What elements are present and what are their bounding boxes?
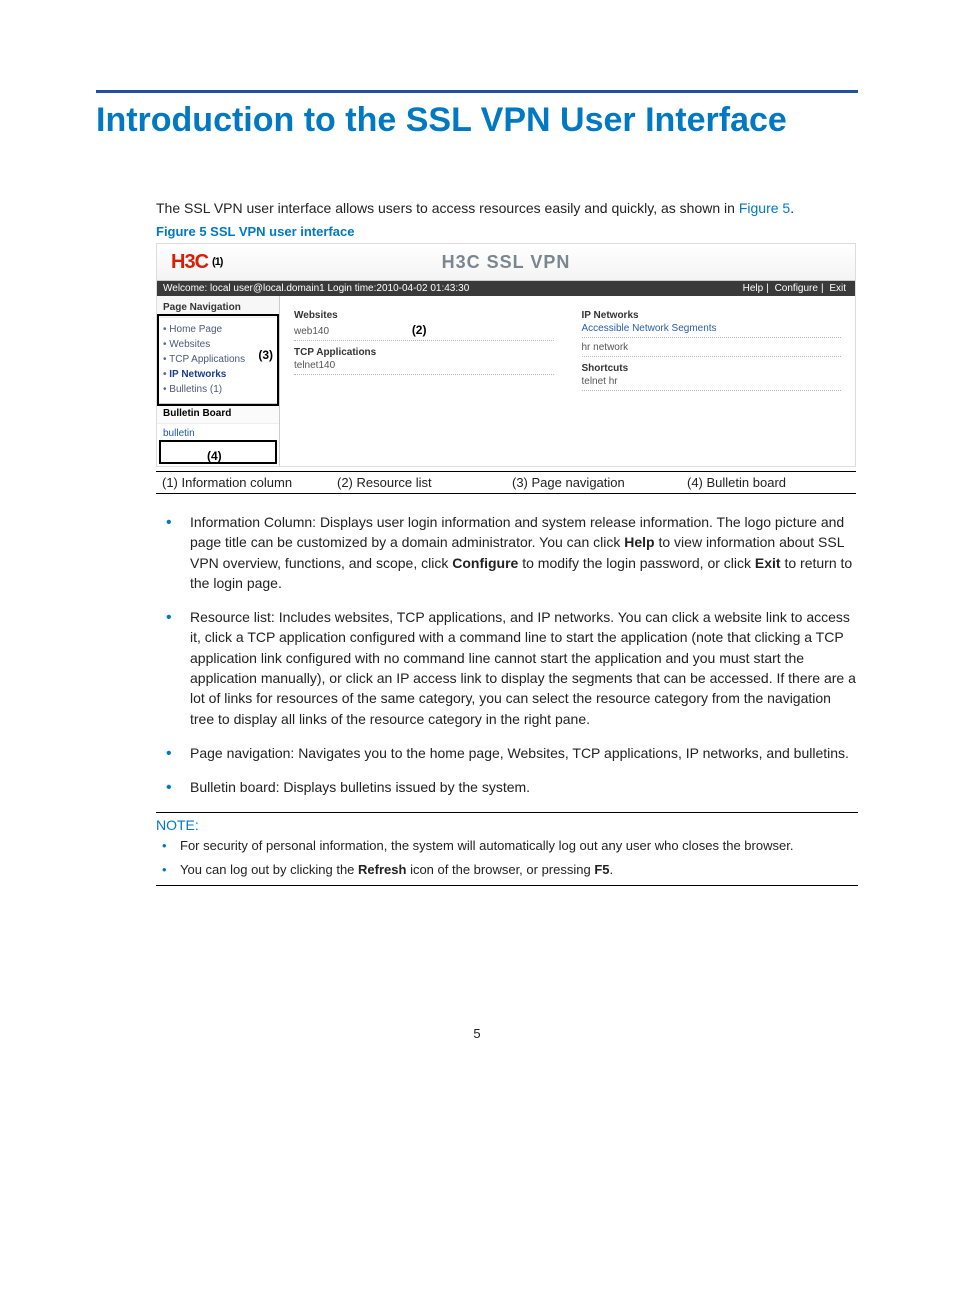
txt: icon of the browser, or pressing — [406, 862, 594, 877]
bold-refresh: Refresh — [358, 862, 406, 877]
section-websites: Websites — [294, 310, 554, 321]
section-tcp-applications: TCP Applications — [294, 347, 554, 358]
note-1: For security of personal information, th… — [180, 837, 858, 855]
nav-item-tcp[interactable]: TCP Applications — [163, 352, 273, 367]
intro-text-post: . — [790, 200, 794, 216]
note-list: For security of personal information, th… — [156, 837, 858, 879]
bullet-page-navigation: Page navigation: Navigates you to the ho… — [190, 743, 858, 763]
resource-column-right: IP Networks Accessible Network Segments … — [568, 296, 856, 466]
bulletin-item[interactable]: bulletin — [157, 424, 279, 443]
configure-link[interactable]: Configure — [772, 283, 821, 294]
intro-text-pre: The SSL VPN user interface allows users … — [156, 200, 739, 216]
app-title: H3C SSL VPN — [157, 252, 855, 273]
nav-item-bulletins[interactable]: Bulletins (1) — [163, 382, 273, 397]
legend-4: (4) Bulletin board — [681, 472, 856, 493]
sidebar: Page Navigation Home Page Websites TCP A… — [157, 296, 280, 466]
welcome-bar: Welcome: local user@local.domain1 Login … — [157, 281, 855, 296]
bulletin-item-label: bulletin — [163, 428, 195, 439]
annotation-3: (3) — [258, 348, 273, 362]
link-web140-label: web140 — [294, 326, 329, 337]
sidebar-header-bulletin: Bulletin Board — [157, 403, 279, 424]
annotation-4: (4) — [207, 449, 222, 463]
page-number: 5 — [96, 1026, 858, 1041]
link-web140[interactable]: web140 (2) — [294, 323, 554, 341]
txt: to modify the login password, or click — [518, 555, 755, 571]
sidebar-header-nav: Page Navigation — [157, 296, 279, 318]
section-shortcuts: Shortcuts — [582, 363, 842, 374]
txt: You can log out by clicking the — [180, 862, 358, 877]
legend-3: (3) Page navigation — [506, 472, 681, 493]
nav-item-websites[interactable]: Websites — [163, 337, 273, 352]
txt: . — [610, 862, 614, 877]
link-telnet-hr[interactable]: telnet hr — [582, 376, 842, 391]
resource-column-left: Websites web140 (2) TCP Applications tel… — [280, 296, 568, 466]
note-divider-bottom — [156, 885, 858, 886]
note-heading: NOTE: — [156, 817, 858, 833]
legend-1: (1) Information column — [156, 472, 331, 493]
nav-item-home[interactable]: Home Page — [163, 322, 273, 337]
bullet-resource-list: Resource list: Includes websites, TCP ap… — [190, 607, 858, 729]
section-ip-networks: IP Networks — [582, 310, 842, 321]
nav-item-ip[interactable]: IP Networks — [163, 367, 273, 382]
annotation-2: (2) — [412, 323, 427, 337]
help-link[interactable]: Help — [740, 283, 767, 294]
ssl-vpn-screenshot: H3C(1) H3C SSL VPN Welcome: local user@l… — [156, 243, 856, 467]
link-telnet140[interactable]: telnet140 — [294, 360, 554, 375]
link-accessible-segments[interactable]: Accessible Network Segments — [582, 323, 842, 338]
page-title: Introduction to the SSL VPN User Interfa… — [96, 101, 858, 140]
figure-reference-link[interactable]: Figure 5 — [739, 200, 790, 216]
welcome-text: Welcome: local user@local.domain1 Login … — [163, 283, 469, 294]
bold-f5: F5 — [594, 862, 609, 877]
h3c-logo: H3C(1) — [157, 251, 222, 274]
bullet-info-column: Information Column: Displays user login … — [190, 512, 858, 593]
bold-exit: Exit — [755, 555, 781, 571]
figure-legend: (1) Information column (2) Resource list… — [156, 471, 856, 494]
annotation-1: (1) — [208, 256, 222, 268]
link-hr-network[interactable]: hr network — [582, 342, 842, 357]
intro-paragraph: The SSL VPN user interface allows users … — [156, 200, 858, 216]
logo-text: H3C — [171, 251, 208, 273]
bullet-bulletin-board: Bulletin board: Displays bulletins issue… — [190, 777, 858, 797]
figure-caption: Figure 5 SSL VPN user interface — [156, 224, 858, 239]
bold-configure: Configure — [452, 555, 518, 571]
note-divider-top — [156, 812, 858, 813]
exit-link[interactable]: Exit — [826, 283, 849, 294]
note-2: You can log out by clicking the Refresh … — [180, 861, 858, 879]
legend-2: (2) Resource list — [331, 472, 506, 493]
bold-help: Help — [624, 534, 654, 550]
description-list: Information Column: Displays user login … — [156, 512, 858, 798]
